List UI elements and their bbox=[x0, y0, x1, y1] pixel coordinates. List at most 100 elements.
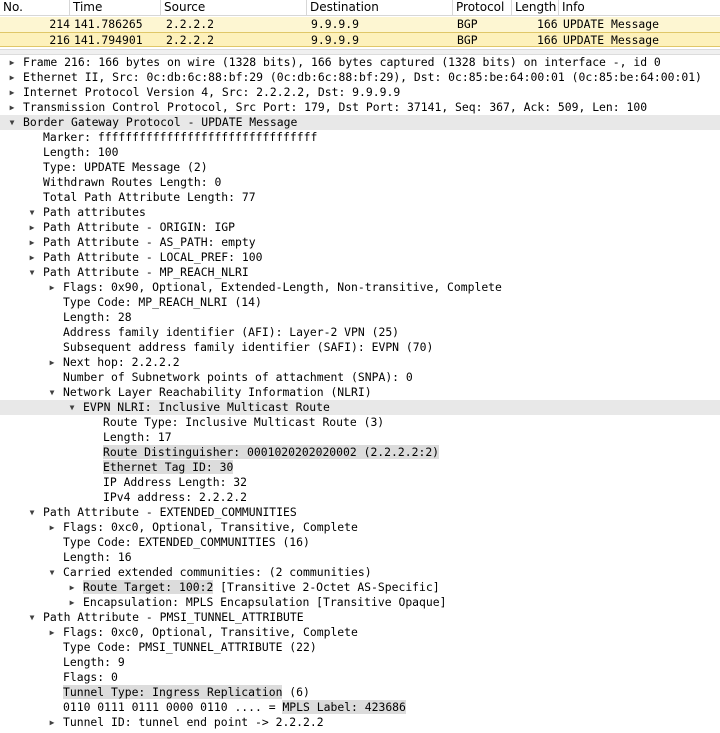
cell-source: 2.2.2.2 bbox=[166, 33, 215, 47]
column-header-protocol[interactable]: Protocol bbox=[453, 0, 512, 15]
tree-item[interactable]: ▼ Carried extended communities: (2 commun… bbox=[0, 565, 720, 580]
tree-item[interactable]: Type: UPDATE Message (2) bbox=[0, 160, 720, 175]
expand-arrow-icon[interactable]: ▶ bbox=[47, 355, 57, 370]
tree-item-label: Internet Protocol Version 4, Src: 2.2.2.… bbox=[23, 85, 401, 99]
tree-item-label: Transmission Control Protocol, Src Port:… bbox=[23, 100, 648, 114]
column-header-length[interactable]: Length bbox=[512, 0, 559, 15]
tree-item[interactable]: ▶ Flags: 0x90, Optional, Extended-Length,… bbox=[0, 280, 720, 295]
tree-item[interactable]: ▶ Next hop: 2.2.2.2 bbox=[0, 355, 720, 370]
expand-arrow-icon[interactable]: ▶ bbox=[47, 280, 57, 295]
tree-item-label: Total Path Attribute Length: 77 bbox=[43, 190, 256, 204]
cell-info: UPDATE Message bbox=[563, 33, 660, 47]
tree-item[interactable]: ▶ Path Attribute - ORIGIN: IGP bbox=[0, 220, 720, 235]
expand-arrow-icon[interactable]: ▶ bbox=[47, 520, 57, 535]
tree-item[interactable]: ▶ Flags: 0xc0, Optional, Transitive, Comp… bbox=[0, 520, 720, 535]
packet-row[interactable]: 216 141.794901 2.2.2.2 9.9.9.9 BGP 166 UPDATE … bbox=[0, 32, 720, 47]
expand-arrow-icon[interactable]: ▶ bbox=[7, 100, 17, 115]
tree-item-label: Encapsulation: MPLS Encapsulation [Trans… bbox=[83, 595, 447, 609]
tree-item-label: Path attributes bbox=[43, 205, 146, 219]
tree-item[interactable]: ▼ Path Attribute - EXTENDED_COMMUNITIES bbox=[0, 505, 720, 520]
expand-arrow-icon[interactable]: ▶ bbox=[7, 85, 17, 100]
expand-arrow-icon[interactable]: ▶ bbox=[27, 220, 37, 235]
tree-item-label: Network Layer Reachability Information (… bbox=[63, 385, 372, 399]
tree-item[interactable]: 0110 0111 0111 0000 0110 .... = MPLS Lab… bbox=[0, 700, 720, 715]
tree-item-label: Next hop: 2.2.2.2 bbox=[63, 355, 180, 369]
tree-item-prefix: 0110 0111 0111 0000 0110 .... = bbox=[63, 700, 283, 714]
tree-item[interactable]: ▼ EVPN NLRI: Inclusive Multicast Route bbox=[0, 400, 720, 415]
tree-item[interactable]: ▶ Encapsulation: MPLS Encapsulation [Tran… bbox=[0, 595, 720, 610]
field-highlight: MPLS Label: 423686 bbox=[282, 700, 406, 714]
tree-item[interactable]: Length: 28 bbox=[0, 310, 720, 325]
tree-item[interactable]: Type Code: PMSI_TUNNEL_ATTRIBUTE (22) bbox=[0, 640, 720, 655]
cell-length: 166 bbox=[537, 33, 558, 47]
tree-item[interactable]: IPv4 address: 2.2.2.2 bbox=[0, 490, 720, 505]
tree-item-label: Flags: 0xc0, Optional, Transitive, Compl… bbox=[63, 625, 358, 639]
cell-source: 2.2.2.2 bbox=[166, 17, 215, 31]
tree-item[interactable]: Type Code: EXTENDED_COMMUNITIES (16) bbox=[0, 535, 720, 550]
tree-item[interactable]: Type Code: MP_REACH_NLRI (14) bbox=[0, 295, 720, 310]
tree-item-label: Number of Subnetwork points of attachmen… bbox=[63, 370, 413, 384]
tree-item[interactable]: ▼ Border Gateway Protocol - UPDATE Messag… bbox=[0, 115, 720, 130]
tree-item[interactable]: Address family identifier (AFI): Layer-2… bbox=[0, 325, 720, 340]
tree-item[interactable]: Length: 9 bbox=[0, 655, 720, 670]
column-header-source[interactable]: Source bbox=[161, 0, 307, 15]
tree-item[interactable]: Route Type: Inclusive Multicast Route (3… bbox=[0, 415, 720, 430]
tree-item[interactable]: ▼ Path attributes bbox=[0, 205, 720, 220]
tree-item[interactable]: Flags: 0 bbox=[0, 670, 720, 685]
tree-item[interactable]: Subsequent address family identifier (SA… bbox=[0, 340, 720, 355]
tree-item[interactable]: Route Distinguisher: 0001020202020002 (2… bbox=[0, 445, 720, 460]
collapse-arrow-icon[interactable]: ▼ bbox=[27, 265, 37, 280]
tree-item[interactable]: ▶ Path Attribute - AS_PATH: empty bbox=[0, 235, 720, 250]
collapse-arrow-icon[interactable]: ▼ bbox=[27, 610, 37, 625]
collapse-arrow-icon[interactable]: ▼ bbox=[27, 205, 37, 220]
collapse-arrow-icon[interactable]: ▼ bbox=[47, 565, 57, 580]
field-highlight: Tunnel Type: Ingress Replication bbox=[63, 685, 283, 699]
column-header-no[interactable]: No. bbox=[0, 0, 70, 15]
tree-item[interactable]: IP Address Length: 32 bbox=[0, 475, 720, 490]
column-header-destination[interactable]: Destination bbox=[307, 0, 453, 15]
tree-item[interactable]: Number of Subnetwork points of attachmen… bbox=[0, 370, 720, 385]
packet-row[interactable]: 214 141.786265 2.2.2.2 9.9.9.9 BGP 166 UPDATE … bbox=[0, 17, 720, 32]
expand-arrow-icon[interactable]: ▶ bbox=[27, 250, 37, 265]
tree-item[interactable]: ▼ Network Layer Reachability Information … bbox=[0, 385, 720, 400]
tree-item[interactable]: ▶ Path Attribute - LOCAL_PREF: 100 bbox=[0, 250, 720, 265]
tree-item[interactable]: ▶ Flags: 0xc0, Optional, Transitive, Comp… bbox=[0, 625, 720, 640]
expand-arrow-icon[interactable]: ▶ bbox=[27, 235, 37, 250]
tree-item-label: Length: 28 bbox=[63, 310, 132, 324]
tree-item[interactable]: Marker: ffffffffffffffffffffffffffffffff bbox=[0, 130, 720, 145]
tree-item[interactable]: ▼ Path Attribute - MP_REACH_NLRI bbox=[0, 265, 720, 280]
tree-item-label: Frame 216: 166 bytes on wire (1328 bits)… bbox=[23, 55, 661, 69]
collapse-arrow-icon[interactable]: ▼ bbox=[27, 505, 37, 520]
tree-item[interactable]: Length: 16 bbox=[0, 550, 720, 565]
tree-item[interactable]: Withdrawn Routes Length: 0 bbox=[0, 175, 720, 190]
column-header-info[interactable]: Info bbox=[559, 0, 720, 15]
expand-arrow-icon[interactable]: ▶ bbox=[67, 580, 77, 595]
tree-item[interactable]: Ethernet Tag ID: 30 bbox=[0, 460, 720, 475]
tree-item-label: Ethernet II, Src: 0c:db:6c:88:bf:29 (0c:… bbox=[23, 70, 702, 84]
collapse-arrow-icon[interactable]: ▼ bbox=[47, 385, 57, 400]
tree-item-label: EVPN NLRI: Inclusive Multicast Route bbox=[83, 400, 330, 414]
collapse-arrow-icon[interactable]: ▼ bbox=[7, 115, 17, 130]
tree-item[interactable]: ▶ Tunnel ID: tunnel end point -> 2.2.2.2 bbox=[0, 715, 720, 730]
tree-item[interactable]: ▶ Transmission Control Protocol, Src Port… bbox=[0, 100, 720, 115]
tree-item[interactable]: Total Path Attribute Length: 77 bbox=[0, 190, 720, 205]
tree-item[interactable]: ▶ Ethernet II, Src: 0c:db:6c:88:bf:29 (0c… bbox=[0, 70, 720, 85]
tree-item[interactable]: ▶ Route Target: 100:2 [Transitive 2-Octet… bbox=[0, 580, 720, 595]
tree-item[interactable]: Length: 17 bbox=[0, 430, 720, 445]
tree-item[interactable]: Length: 100 bbox=[0, 145, 720, 160]
expand-arrow-icon[interactable]: ▶ bbox=[7, 55, 17, 70]
expand-arrow-icon[interactable]: ▶ bbox=[67, 595, 77, 610]
tree-item[interactable]: ▼ Path Attribute - PMSI_TUNNEL_ATTRIBUTE bbox=[0, 610, 720, 625]
tree-item[interactable]: ▶ Internet Protocol Version 4, Src: 2.2.2… bbox=[0, 85, 720, 100]
tree-item-label: Ethernet Tag ID: 30 bbox=[103, 460, 234, 475]
expand-arrow-icon[interactable]: ▶ bbox=[47, 715, 57, 730]
expand-arrow-icon[interactable]: ▶ bbox=[47, 625, 57, 640]
tree-item[interactable]: Tunnel Type: Ingress Replication (6) bbox=[0, 685, 720, 700]
collapse-arrow-icon[interactable]: ▼ bbox=[67, 400, 77, 415]
tree-item-label: Length: 100 bbox=[43, 145, 119, 159]
tree-item[interactable]: ▶ Frame 216: 166 bytes on wire (1328 bits… bbox=[0, 55, 720, 70]
expand-arrow-icon[interactable]: ▶ bbox=[7, 70, 17, 85]
cell-length: 166 bbox=[537, 17, 558, 31]
column-header-time[interactable]: Time bbox=[70, 0, 161, 15]
tree-item-label: Length: 17 bbox=[103, 430, 172, 444]
